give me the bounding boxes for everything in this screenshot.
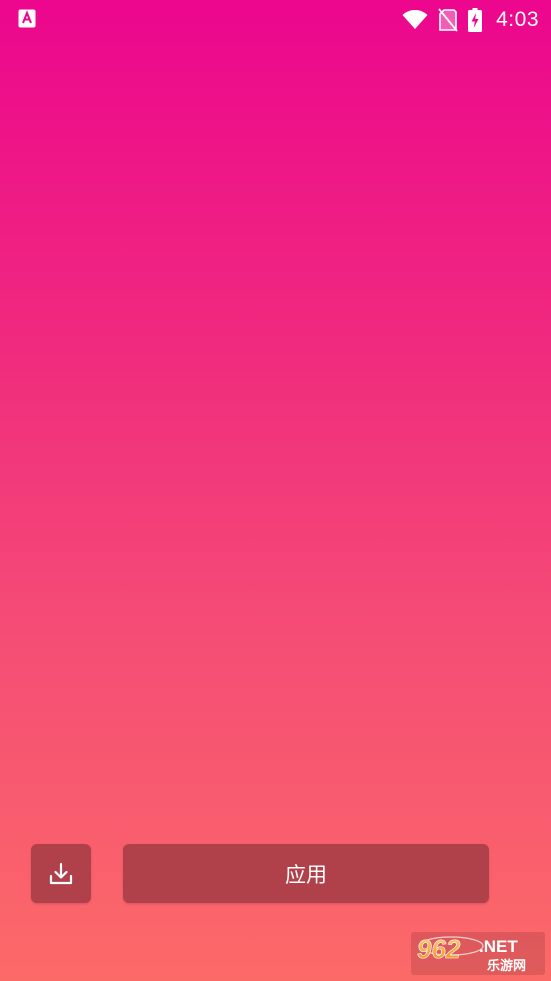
svg-text:962: 962	[417, 934, 461, 964]
watermark-logo: 962 .NET 乐游网	[411, 932, 545, 975]
wifi-icon	[402, 10, 428, 29]
download-icon	[49, 862, 73, 884]
apply-button-label: 应用	[285, 863, 327, 887]
apply-button[interactable]: 应用	[123, 844, 489, 903]
download-button[interactable]	[31, 844, 91, 903]
watermark-logo-image: 962 .NET 乐游网	[417, 934, 526, 974]
wallpaper-preview: 4:03 应用 962 .NET 乐游网	[0, 0, 551, 981]
status-time: 4:03	[496, 8, 539, 31]
status-bar: 4:03	[0, 0, 551, 40]
battery-charging-icon	[468, 8, 483, 32]
no-sim-icon	[438, 8, 458, 32]
svg-text:.NET: .NET	[479, 937, 518, 956]
svg-text:乐游网: 乐游网	[487, 958, 526, 974]
android-app-icon	[18, 9, 36, 28]
status-icons: 4:03	[402, 0, 539, 40]
